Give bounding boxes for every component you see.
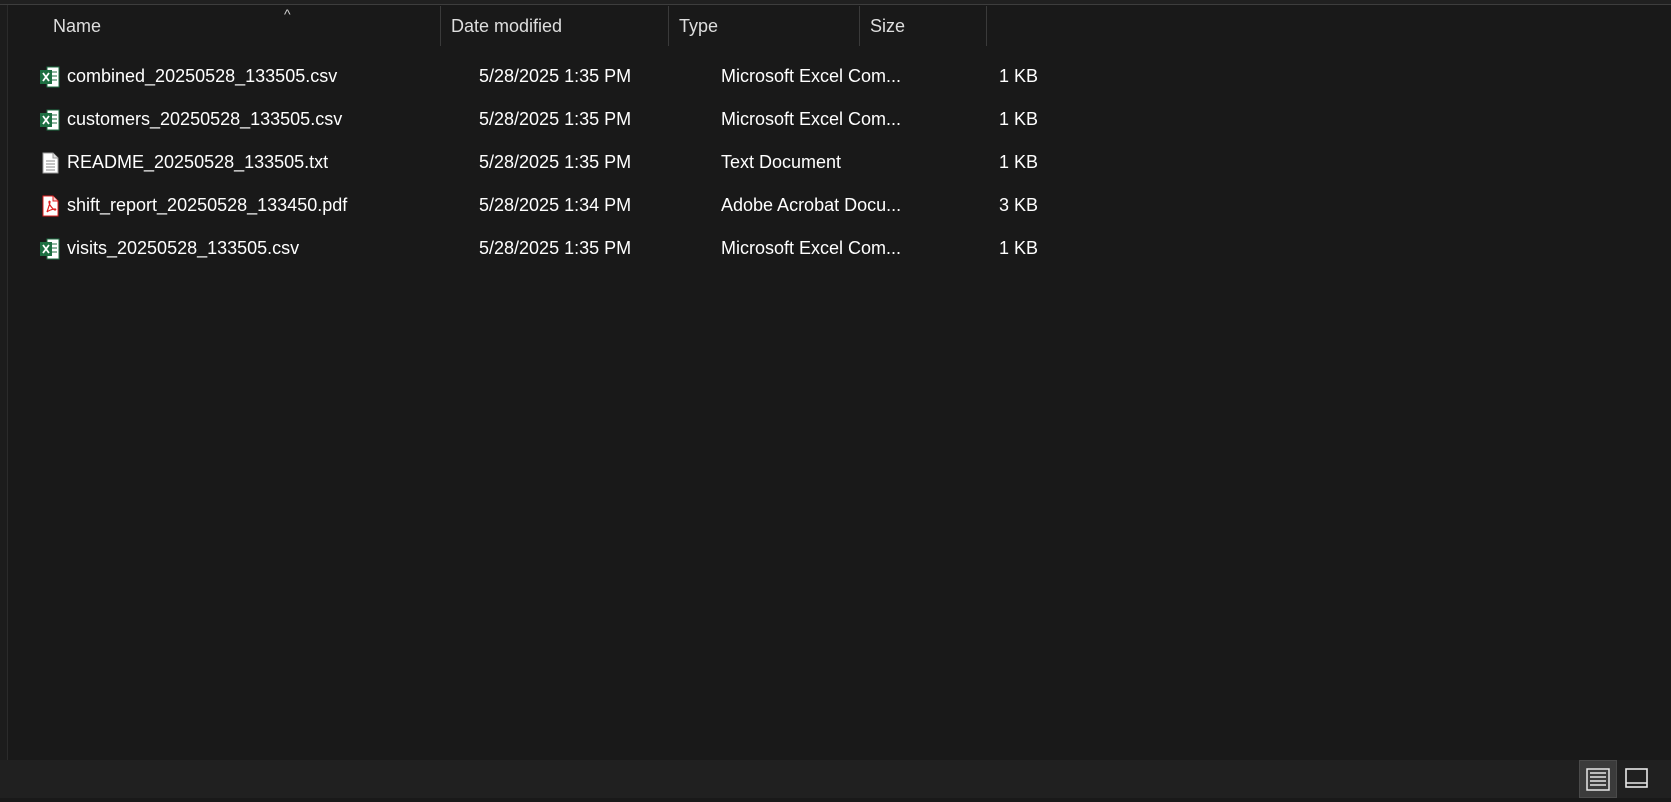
details-view-icon xyxy=(1586,768,1610,791)
file-type: Microsoft Excel Com... xyxy=(721,238,902,258)
excel-icon xyxy=(40,238,60,260)
column-header-name[interactable]: Name ^ xyxy=(43,6,441,46)
column-header-name-label: Name xyxy=(53,16,102,36)
file-type: Adobe Acrobat Docu... xyxy=(721,195,902,215)
navigation-pane-edge[interactable] xyxy=(0,5,8,760)
file-list-view: Name ^ Date modified Type Size combined_… xyxy=(9,6,1671,760)
pdf-icon xyxy=(42,195,59,217)
file-size: 1 KB xyxy=(998,109,1038,129)
excel-icon xyxy=(40,66,60,88)
excel-icon xyxy=(40,109,60,131)
file-name: combined_20250528_133505.csv xyxy=(67,66,338,86)
details-view-button[interactable] xyxy=(1579,760,1617,798)
file-type: Microsoft Excel Com... xyxy=(721,109,902,129)
column-header-date-label: Date modified xyxy=(451,16,563,36)
large-icons-view-icon xyxy=(1625,768,1648,788)
file-row[interactable]: README_20250528_133505.txt 5/28/2025 1:3… xyxy=(9,141,1055,184)
column-header-date-modified[interactable]: Date modified xyxy=(441,6,669,46)
window-top-border xyxy=(0,0,1671,5)
file-date-modified: 5/28/2025 1:35 PM xyxy=(479,238,632,258)
column-header-size-label: Size xyxy=(870,16,906,36)
file-date-modified: 5/28/2025 1:34 PM xyxy=(479,195,632,215)
text-document-icon xyxy=(42,152,59,174)
file-row[interactable]: customers_20250528_133505.csv 5/28/2025 … xyxy=(9,98,1055,141)
file-date-modified: 5/28/2025 1:35 PM xyxy=(479,66,632,86)
file-name: visits_20250528_133505.csv xyxy=(67,238,300,258)
file-size: 1 KB xyxy=(998,66,1038,86)
column-header-size[interactable]: Size xyxy=(860,6,987,46)
file-size: 3 KB xyxy=(998,195,1038,215)
file-date-modified: 5/28/2025 1:35 PM xyxy=(479,152,632,172)
column-header-type-label: Type xyxy=(679,16,719,36)
file-size: 1 KB xyxy=(998,152,1038,172)
file-type: Microsoft Excel Com... xyxy=(721,66,902,86)
file-size: 1 KB xyxy=(998,238,1038,258)
column-header-type[interactable]: Type xyxy=(669,6,860,46)
file-list: combined_20250528_133505.csv 5/28/2025 1… xyxy=(9,55,1671,270)
sort-ascending-icon: ^ xyxy=(284,6,291,22)
status-bar xyxy=(0,760,1671,798)
column-header-row: Name ^ Date modified Type Size xyxy=(9,6,1671,46)
file-name: shift_report_20250528_133450.pdf xyxy=(67,195,348,215)
file-row[interactable]: shift_report_20250528_133450.pdf 5/28/20… xyxy=(9,184,1055,227)
file-name: customers_20250528_133505.csv xyxy=(67,109,343,129)
file-name: README_20250528_133505.txt xyxy=(67,152,329,172)
large-icons-view-button[interactable] xyxy=(1619,760,1657,798)
file-row[interactable]: combined_20250528_133505.csv 5/28/2025 1… xyxy=(9,55,1055,98)
file-date-modified: 5/28/2025 1:35 PM xyxy=(479,109,632,129)
file-row[interactable]: visits_20250528_133505.csv 5/28/2025 1:3… xyxy=(9,227,1055,270)
file-type: Text Document xyxy=(721,152,842,172)
